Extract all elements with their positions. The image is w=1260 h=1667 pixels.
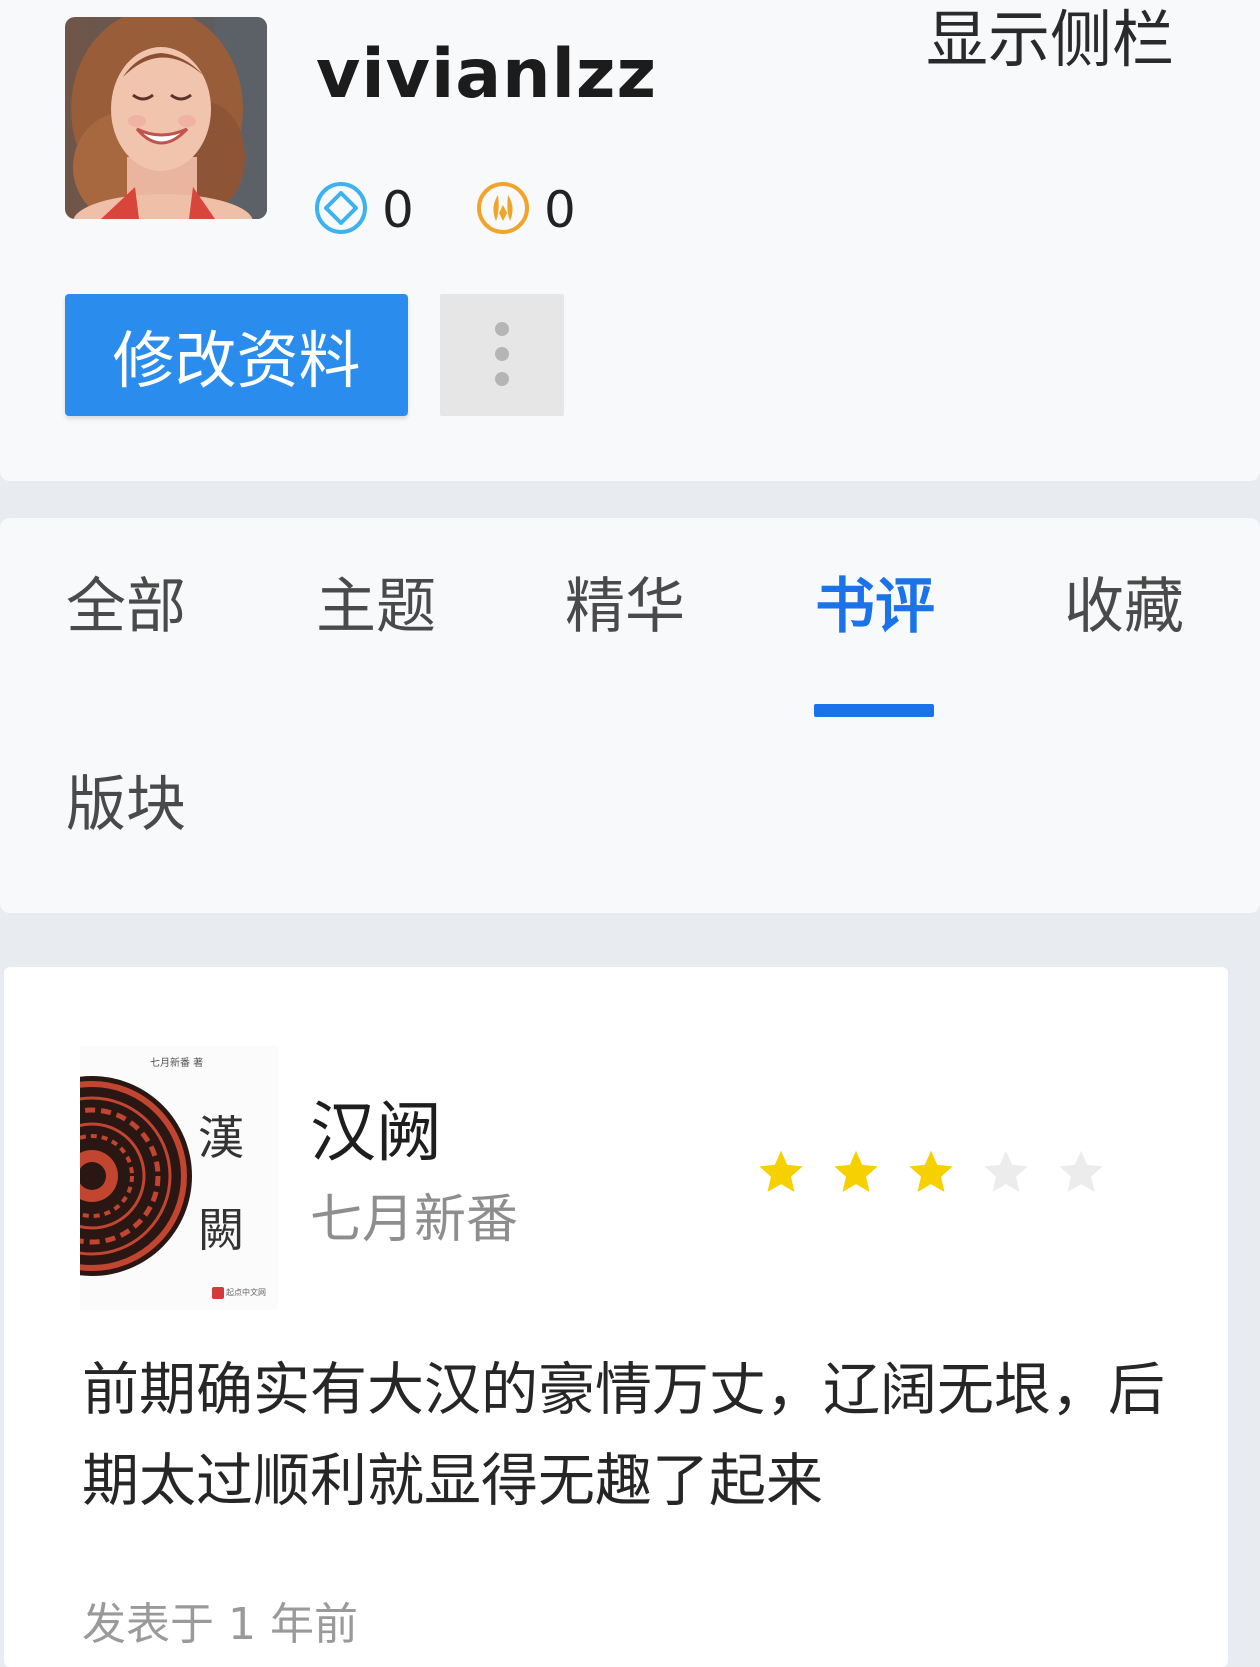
star-rating — [756, 1147, 1106, 1201]
star-filled-icon — [906, 1147, 956, 1201]
tab-topics[interactable]: 主题 — [316, 567, 436, 647]
book-cover-publisher: 起点中文网 — [226, 1288, 266, 1297]
book-cover-author: 七月新番 著 — [150, 1058, 204, 1069]
tab-all[interactable]: 全部 — [66, 567, 186, 647]
edit-profile-button[interactable]: 修改资料 — [65, 294, 408, 416]
star-empty-icon — [1056, 1147, 1106, 1201]
points-value: 0 — [382, 181, 414, 239]
book-title[interactable]: 汉阙 — [310, 1090, 442, 1176]
review-posted-time: 发表于 1 年前 — [82, 1599, 358, 1650]
show-sidebar-button[interactable]: 显示侧栏 — [926, 2, 1174, 78]
diamond-icon — [314, 181, 368, 239]
star-filled-icon — [831, 1147, 881, 1201]
star-empty-icon — [981, 1147, 1031, 1201]
book-author[interactable]: 七月新番 — [310, 1186, 518, 1254]
star-filled-icon — [756, 1147, 806, 1201]
tab-favorites[interactable]: 收藏 — [1064, 567, 1184, 647]
vertical-ellipsis-icon — [492, 319, 512, 392]
tab-boards[interactable]: 版块 — [66, 765, 186, 845]
review-text[interactable]: 前期确实有大汉的豪情万丈，辽阔无垠，后期太过顺利就显得无趣了起来 — [82, 1345, 1172, 1527]
username: vivianlzz — [316, 35, 658, 114]
tab-digest[interactable]: 精华 — [565, 567, 685, 647]
coins-stat: 0 — [476, 180, 576, 240]
active-tab-indicator — [814, 704, 934, 717]
avatar[interactable] — [65, 17, 267, 219]
coins-value: 0 — [544, 181, 576, 239]
points-stat: 0 — [314, 180, 414, 240]
book-cover[interactable]: 七月新番 著 漢 闕 起点中文网 — [80, 1046, 278, 1310]
coin-icon — [476, 181, 530, 239]
more-options-button[interactable] — [440, 294, 564, 416]
book-cover-title: 漢 闕 — [198, 1111, 244, 1257]
tab-book-reviews[interactable]: 书评 — [815, 567, 935, 647]
